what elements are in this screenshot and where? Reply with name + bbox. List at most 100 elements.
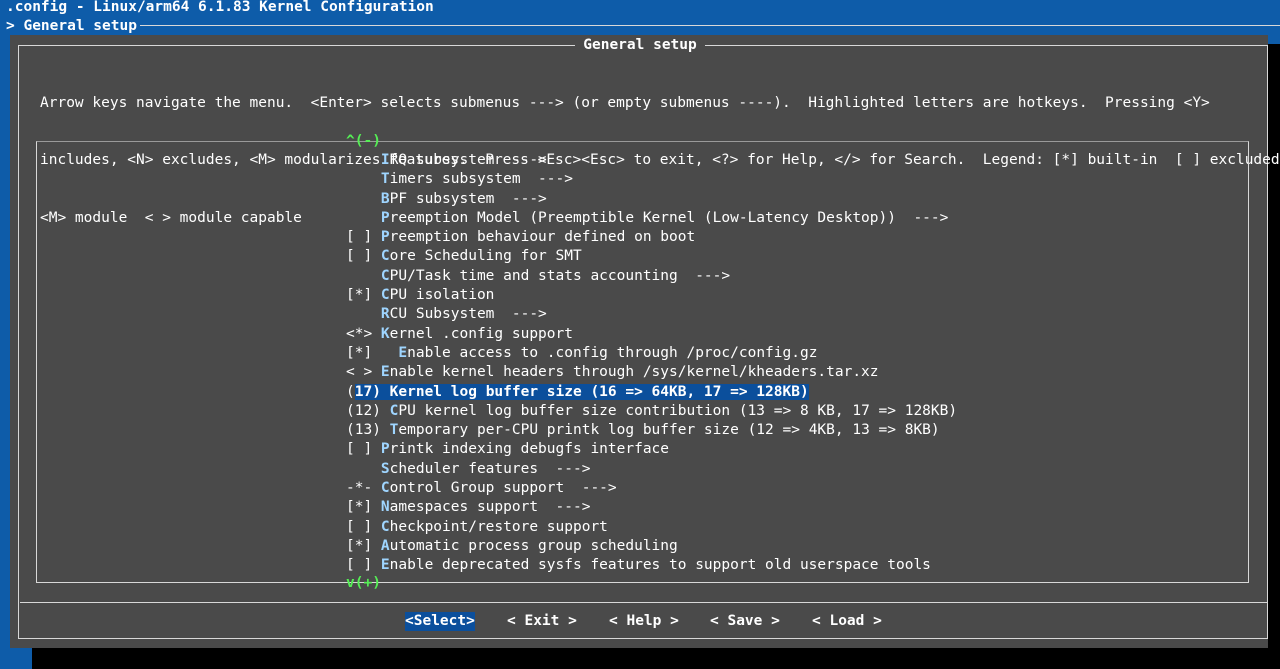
- menu-item-prefix[interactable]: < >: [346, 364, 381, 380]
- menu-item-label: heckpoint/restore support: [389, 518, 608, 535]
- menu-item-label: reemption behaviour defined on boot: [389, 229, 696, 246]
- menu-item-label: PU kernel log buffer size contribution (…: [398, 402, 958, 419]
- help-line: Arrow keys navigate the menu. <Enter> se…: [40, 94, 1210, 111]
- menu-item-prefix[interactable]: [*]: [346, 345, 398, 361]
- menu-item-hotkey: K: [380, 325, 390, 342]
- scroll-up-indicator[interactable]: ^(-): [346, 132, 381, 151]
- load-button[interactable]: < Load >: [812, 612, 882, 631]
- menu-item-label: ernel .config support: [389, 325, 573, 342]
- menu-item-prefix[interactable]: [*]: [346, 499, 381, 515]
- select-button[interactable]: <Select>: [405, 612, 475, 632]
- menu-item-prefix[interactable]: [*]: [346, 287, 381, 303]
- menu-item[interactable]: [*] Enable access to .config through /pr…: [346, 344, 957, 363]
- menu-item-label: rintk indexing debugfs interface: [389, 441, 670, 458]
- menu-item[interactable]: (13) Temporary per-CPU printk log buffer…: [346, 421, 957, 440]
- menu-item-prefix[interactable]: [ ]: [346, 229, 381, 245]
- menu-item-label: RQ subsystem --->: [389, 152, 547, 168]
- menu-item[interactable]: (12) CPU kernel log buffer size contribu…: [346, 402, 957, 421]
- menu-list: IRQ subsystem ---> Timers subsystem --->…: [346, 151, 957, 576]
- menu-item-label: imers subsystem --->: [389, 171, 573, 188]
- terminal-shadow-right: [1268, 44, 1280, 648]
- window-title: .config - Linux/arm64 6.1.83 Kernel Conf…: [6, 0, 434, 15]
- menu-item-label: amespaces support --->: [389, 499, 591, 516]
- menu-item-label: ore Scheduling for SMT: [389, 248, 582, 265]
- menu-item-label: cheduler features --->: [389, 460, 591, 477]
- menu-item-label: nable deprecated sysfs features to suppo…: [389, 557, 931, 574]
- terminal-shadow-bottom: [32, 648, 1280, 669]
- menu-item-label: nable access to .config through /proc/co…: [407, 344, 818, 361]
- menu-item-hotkey: I: [380, 152, 390, 168]
- menu-item-hotkey: B: [380, 190, 390, 207]
- menu-item-prefix-start: (: [346, 383, 355, 400]
- menu-item-hotkey: A: [380, 537, 390, 554]
- menu-item[interactable]: IRQ subsystem --->: [346, 151, 957, 170]
- menu-item[interactable]: -*- Control Group support --->: [346, 479, 957, 498]
- menu-item-prefix[interactable]: [346, 210, 381, 226]
- menu-item-hotkey: P: [380, 229, 390, 246]
- menu-item[interactable]: Scheduler features --->: [346, 460, 957, 479]
- menu-item-hotkey: R: [380, 306, 390, 323]
- menu-item-prefix[interactable]: [346, 152, 381, 168]
- menu-item-prefix[interactable]: [346, 461, 381, 477]
- menu-item[interactable]: CPU/Task time and stats accounting --->: [346, 267, 957, 286]
- menu-item-label: PF subsystem --->: [389, 190, 547, 207]
- save-button[interactable]: < Save >: [710, 612, 780, 631]
- menu-item[interactable]: Preemption Model (Preemptible Kernel (Lo…: [346, 209, 957, 228]
- menu-item[interactable]: [*] Automatic process group scheduling: [346, 537, 957, 556]
- menu-item-hotkey: E: [380, 557, 390, 574]
- menu-item-prefix[interactable]: -*-: [346, 480, 381, 496]
- help-button[interactable]: < Help >: [609, 612, 679, 631]
- breadcrumb: > General setup: [6, 18, 137, 34]
- menu-item-label: reemption Model (Preemptible Kernel (Low…: [389, 209, 949, 226]
- menu-item[interactable]: RCU Subsystem --->: [346, 305, 957, 324]
- scroll-down-indicator[interactable]: v(+): [346, 574, 381, 593]
- menu-item[interactable]: <*> Kernel .config support: [346, 325, 957, 344]
- menu-item-prefix[interactable]: (17): [346, 383, 390, 400]
- menu-item[interactable]: [ ] Enable deprecated sysfs features to …: [346, 556, 957, 575]
- menu-item-prefix[interactable]: [346, 171, 381, 187]
- menu-item-label: emporary per-CPU printk log buffer size …: [398, 422, 940, 439]
- menu-item-prefix[interactable]: [346, 306, 381, 322]
- menu-item-prefix[interactable]: [ ]: [346, 441, 381, 457]
- menu-item-label: utomatic process group scheduling: [389, 537, 678, 554]
- menu-item-label: ernel log buffer size (16 => 64KB, 17 =>…: [398, 383, 809, 400]
- menu-item-prefix[interactable]: [ ]: [346, 519, 381, 535]
- menu-item-hotkey: C: [380, 267, 390, 284]
- buttons-separator: [20, 602, 1268, 603]
- menu-item[interactable]: [*] CPU isolation: [346, 286, 957, 305]
- menu-item-hotkey: T: [380, 171, 390, 188]
- menu-item-label: nable kernel headers through /sys/kernel…: [389, 364, 879, 381]
- menu-item-label: PU isolation: [389, 287, 495, 304]
- menu-item[interactable]: BPF subsystem --->: [346, 190, 957, 209]
- menu-item-prefix[interactable]: [346, 268, 381, 284]
- menu-item-label: CU Subsystem --->: [389, 306, 547, 323]
- menu-item[interactable]: (17) Kernel log buffer size (16 => 64KB,…: [346, 383, 957, 402]
- menu-item-hotkey: C: [380, 248, 390, 265]
- breadcrumb-rule: [140, 25, 1280, 26]
- menu-item-hotkey: E: [380, 364, 390, 381]
- menu-item[interactable]: < > Enable kernel headers through /sys/k…: [346, 363, 957, 382]
- menu-item-prefix[interactable]: (12): [346, 403, 390, 419]
- exit-button[interactable]: < Exit >: [507, 612, 577, 631]
- menu-item-prefix[interactable]: [ ]: [346, 557, 381, 573]
- menu-item[interactable]: [ ] Preemption behaviour defined on boot: [346, 228, 957, 247]
- menu-item-hotkey: P: [380, 209, 390, 226]
- menu-item-prefix[interactable]: [346, 191, 381, 207]
- menu-item-label: PU/Task time and stats accounting --->: [389, 267, 731, 284]
- menu-item[interactable]: [ ] Printk indexing debugfs interface: [346, 440, 957, 459]
- menu-item[interactable]: [ ] Checkpoint/restore support: [346, 518, 957, 537]
- menu-item-hotkey: S: [380, 460, 390, 477]
- menu-item[interactable]: [ ] Core Scheduling for SMT: [346, 247, 957, 266]
- menu-item-hotkey: C: [380, 287, 390, 304]
- menu-item[interactable]: Timers subsystem --->: [346, 170, 957, 189]
- menu-item-hotkey: E: [398, 344, 408, 361]
- menu-item-prefix[interactable]: (13): [346, 422, 390, 438]
- menu-item-prefix[interactable]: <*>: [346, 326, 381, 342]
- menu-item-label: ontrol Group support --->: [389, 480, 617, 497]
- menu-item[interactable]: [*] Namespaces support --->: [346, 498, 957, 517]
- menu-item-hotkey: C: [380, 480, 390, 497]
- menu-item-hotkey: C: [380, 518, 390, 535]
- menu-item-prefix-value: 17): [354, 383, 390, 400]
- menu-item-prefix[interactable]: [*]: [346, 538, 381, 554]
- menu-item-prefix[interactable]: [ ]: [346, 248, 381, 264]
